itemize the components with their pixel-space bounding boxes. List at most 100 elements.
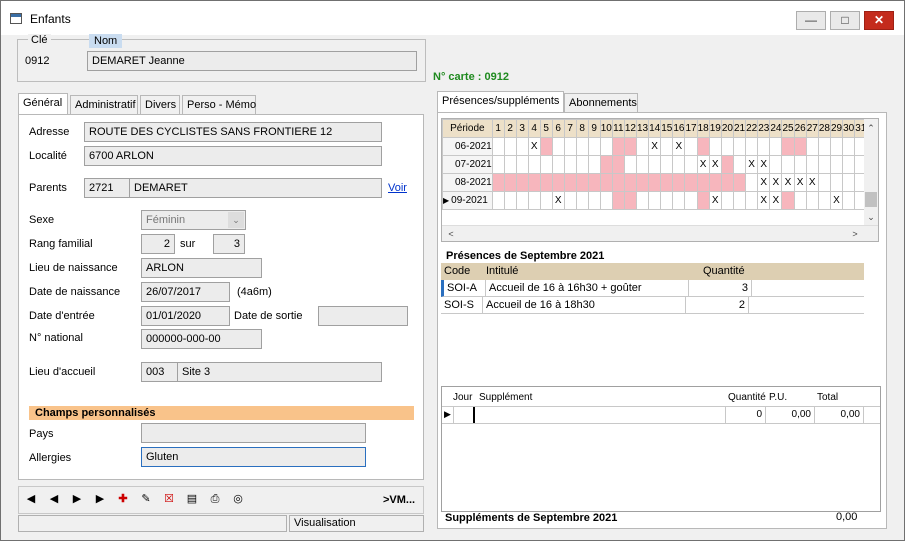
first-record-icon[interactable]: ◀​ (23, 491, 39, 507)
voir-link[interactable]: Voir (388, 182, 407, 194)
supplement-pu-cell[interactable]: 0,00 (766, 407, 815, 423)
grid-day-cell[interactable]: X (648, 137, 662, 156)
grid-day-cell[interactable] (817, 191, 831, 210)
delete-record-icon[interactable]: ☒ (161, 491, 177, 507)
grid-day-cell[interactable] (587, 155, 601, 174)
tab-abonnements[interactable]: Abonnements (564, 93, 638, 112)
tab-administratif[interactable]: Administratif (70, 95, 138, 114)
grid-day-cell[interactable] (635, 173, 650, 192)
grid-day-cell[interactable]: X (757, 173, 771, 192)
lieu-naissance-field[interactable]: ARLON (141, 258, 262, 278)
scroll-left-icon[interactable]: < (444, 227, 458, 241)
date-sortie-field[interactable] (318, 306, 408, 326)
grid-day-cell[interactable] (515, 173, 529, 192)
grid-day-cell[interactable]: X (708, 191, 722, 210)
grid-day-cell[interactable] (611, 155, 625, 174)
presence-label-cell[interactable]: Accueil de 16 à 16h30 + goûter (486, 280, 689, 296)
minimize-button[interactable]: — (796, 11, 826, 30)
grid-day-cell[interactable] (660, 173, 674, 192)
grid-day-cell[interactable] (660, 191, 674, 210)
grid-day-cell[interactable] (599, 173, 613, 192)
grid-day-cell[interactable] (745, 173, 759, 192)
tab-presences-supplements[interactable]: Présences/suppléments (437, 91, 564, 112)
grid-day-cell[interactable] (551, 155, 565, 174)
grid-day-cell[interactable]: X (781, 173, 795, 192)
grid-day-cell[interactable] (732, 191, 747, 210)
grid-day-cell[interactable]: X (708, 155, 722, 174)
grid-day-cell[interactable] (842, 137, 856, 156)
supplements-grid[interactable]: Jour Supplément Quantité P.U. Total ▶ 0 … (441, 386, 881, 512)
grid-day-cell[interactable] (635, 155, 650, 174)
grid-day-cell[interactable] (660, 155, 674, 174)
grid-day-cell[interactable] (527, 155, 541, 174)
presence-code-cell[interactable]: SOI-S (441, 297, 483, 313)
tab-divers[interactable]: Divers (140, 95, 180, 114)
grid-day-cell[interactable] (720, 191, 734, 210)
scroll-down-icon[interactable]: ⌄ (864, 210, 878, 224)
presence-grid-table[interactable]: Période 1 2 3 4 5 6 7 8 9 10 11 12 13 14 15 16 17 18 19 20 21… (442, 119, 868, 228)
previous-record-icon[interactable]: ◀ (46, 491, 62, 507)
presence-row[interactable]: SOI-S Accueil de 16 à 18h30 2 (441, 297, 864, 314)
grid-day-cell[interactable] (672, 191, 686, 210)
grid-day-cell[interactable] (563, 137, 577, 156)
grid-day-cell[interactable] (503, 173, 517, 192)
grid-day-cell[interactable] (563, 155, 577, 174)
grid-day-cell[interactable] (829, 155, 844, 174)
grid-day-cell[interactable] (587, 173, 601, 192)
grid-day-cell[interactable] (829, 137, 844, 156)
grid-day-cell[interactable] (539, 191, 553, 210)
tab-perso-memo[interactable]: Perso - Mémo (182, 95, 256, 114)
parents-code-field[interactable]: 2721 (84, 178, 130, 198)
grid-day-cell[interactable] (491, 155, 505, 174)
grid-day-cell[interactable] (793, 155, 807, 174)
grid-day-cell[interactable] (623, 173, 637, 192)
grid-day-cell[interactable]: X (769, 173, 783, 192)
accueil-name-field[interactable]: Site 3 (177, 362, 382, 382)
grid-day-cell[interactable] (732, 155, 747, 174)
grid-day-cell[interactable] (551, 173, 565, 192)
grid-day-cell[interactable] (781, 155, 795, 174)
print-icon[interactable]: ⎙ (207, 491, 223, 507)
title-bar[interactable]: Enfants — □ ✕ (1, 1, 904, 35)
date-entree-field[interactable]: 01/01/2020 (141, 306, 230, 326)
grid-day-cell[interactable] (793, 137, 807, 156)
grid-day-cell[interactable] (781, 191, 795, 210)
grid-day-cell[interactable] (635, 137, 650, 156)
grid-day-cell[interactable] (611, 191, 625, 210)
grid-day-cell[interactable] (708, 173, 722, 192)
search-icon[interactable]: ◎ (230, 491, 246, 507)
presence-label-cell[interactable]: Accueil de 16 à 18h30 (483, 297, 686, 313)
national-field[interactable]: 000000-000-00 (141, 329, 262, 349)
sur-field[interactable]: 3 (213, 234, 245, 254)
grid-day-cell[interactable] (539, 155, 553, 174)
grid-day-cell[interactable] (805, 137, 819, 156)
grid-day-cell[interactable] (684, 155, 698, 174)
grid-day-cell[interactable] (817, 155, 831, 174)
last-record-icon[interactable]: ▶​ (92, 491, 108, 507)
grid-day-cell[interactable] (575, 137, 589, 156)
grid-day-cell[interactable] (648, 155, 662, 174)
grid-vertical-scrollbar[interactable]: ⌃ ⌄ (864, 119, 878, 225)
grid-day-cell[interactable] (515, 137, 529, 156)
date-naissance-field[interactable]: 26/07/2017 (141, 282, 230, 302)
grid-day-cell[interactable]: X (769, 191, 783, 210)
grid-day-cell[interactable] (805, 191, 819, 210)
scroll-up-icon[interactable]: ⌃ (864, 121, 878, 135)
grid-day-cell[interactable] (503, 137, 517, 156)
presence-grid-row[interactable]: 07-2021 X X X X (442, 155, 868, 174)
grid-day-cell[interactable]: X (527, 137, 541, 156)
edit-record-icon[interactable]: ✎ (138, 491, 154, 507)
pays-field[interactable] (141, 423, 366, 443)
scroll-thumb[interactable] (865, 192, 877, 207)
grid-day-cell[interactable]: X (793, 173, 807, 192)
grid-day-cell[interactable] (575, 155, 589, 174)
grid-day-cell[interactable] (599, 155, 613, 174)
localite-field[interactable]: 6700 ARLON (84, 146, 382, 166)
grid-day-cell[interactable]: X (805, 173, 819, 192)
allergies-field[interactable]: Gluten (141, 447, 366, 467)
grid-day-cell[interactable] (491, 191, 505, 210)
presence-qty-cell[interactable]: 3 (689, 280, 752, 296)
grid-day-cell[interactable] (587, 191, 601, 210)
grid-day-cell[interactable] (599, 137, 613, 156)
grid-day-cell[interactable] (563, 191, 577, 210)
